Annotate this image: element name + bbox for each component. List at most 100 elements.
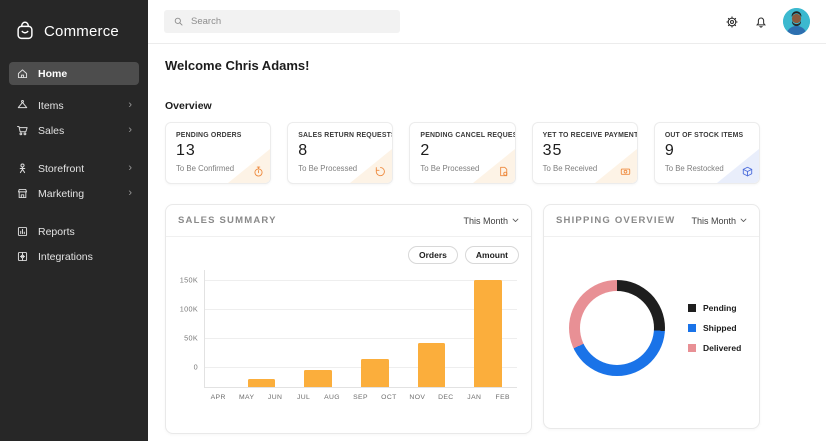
x-tick-label: NOV <box>403 394 431 408</box>
x-tick-label: APR <box>204 394 232 408</box>
card-accent-icon-wrap <box>741 165 754 178</box>
stopwatch-icon <box>252 165 265 178</box>
card-title: OUT OF STOCK ITEMS <box>665 132 749 139</box>
search-placeholder: Search <box>191 16 221 27</box>
sales-bar-chart: 150K100K50K0 APRMAYJUNJULAUGSEPOCTNOVDEC… <box>166 266 531 408</box>
sidebar-item-sales[interactable]: Sales › <box>9 119 139 142</box>
bar-jul-aug <box>304 370 332 387</box>
y-tick-label: 50K <box>184 334 198 343</box>
chevron-down-icon <box>740 218 747 223</box>
chevron-right-icon: › <box>128 125 132 136</box>
card-pending-orders[interactable]: PENDING ORDERS13To Be Confirmed <box>165 122 271 184</box>
sidebar-item-items[interactable]: Items› <box>9 94 139 117</box>
chevron-right-icon: › <box>128 163 132 174</box>
card-out-of-stock-items[interactable]: OUT OF STOCK ITEMS9To Be Restocked <box>654 122 760 184</box>
topbar-actions <box>725 8 810 35</box>
legend-swatch <box>688 324 696 332</box>
app-window: Commerce HomeItems›Sales›Storefront›Mark… <box>0 0 826 441</box>
welcome-heading: Welcome Chris Adams! <box>165 58 809 73</box>
settings-button[interactable] <box>725 15 739 29</box>
app-title: Commerce <box>44 23 119 40</box>
bar-chart-x-axis: APRMAYJUNJULAUGSEPOCTNOVDECJANFEB <box>204 388 517 408</box>
card-title: SALES RETURN REQUESTS <box>298 132 382 139</box>
card-accent-icon-wrap <box>619 165 632 178</box>
shipping-donut-chart: Pending Shipped Delivered <box>544 249 759 407</box>
legend-swatch <box>688 344 696 352</box>
donut-ring <box>569 280 665 376</box>
sidebar-item-label: Storefront <box>38 163 84 175</box>
y-tick-label: 150K <box>180 276 198 285</box>
home-icon <box>16 67 29 80</box>
store-icon <box>16 187 29 200</box>
chevron-right-icon: › <box>128 188 132 199</box>
sales-summary-period-label: This Month <box>463 216 508 226</box>
x-tick-label: AUG <box>318 394 346 408</box>
y-tick-label: 100K <box>180 305 198 314</box>
cart-icon <box>16 124 29 137</box>
toggle-orders[interactable]: Orders <box>408 246 458 264</box>
toggle-amount[interactable]: Amount <box>465 246 519 264</box>
sidebar-item-storefront[interactable]: Storefront › <box>9 157 139 180</box>
card-title: YET TO RECEIVE PAYMENTS <box>543 132 627 139</box>
nav-group-gap <box>9 207 139 220</box>
undo-icon <box>374 165 387 178</box>
bar-nov-dec <box>418 343 446 387</box>
x-tick-label: MAY <box>232 394 260 408</box>
gridline <box>205 309 517 310</box>
overview-cards: PENDING ORDERS13To Be Confirmed SALES RET… <box>165 122 760 184</box>
legend-label: Pending <box>703 303 737 313</box>
sales-summary-panel: SALES SUMMARY This Month Orders Amount 15… <box>165 204 532 434</box>
user-avatar[interactable] <box>783 8 810 35</box>
sales-summary-header: SALES SUMMARY This Month <box>166 205 531 237</box>
legend-item-shipped: Shipped <box>688 323 741 333</box>
shipping-overview-period-dropdown[interactable]: This Month <box>691 216 747 226</box>
bar-may-jun <box>248 379 276 387</box>
nav-group-gap <box>9 144 139 157</box>
hanger-icon <box>16 99 29 112</box>
file-gear-icon <box>497 165 510 178</box>
x-tick-label: JAN <box>460 394 488 408</box>
gear-icon <box>725 15 739 29</box>
person-icon <box>16 162 29 175</box>
topbar: Search <box>148 0 826 44</box>
app-logo: Commerce <box>0 12 148 62</box>
gridline <box>205 280 517 281</box>
dashboard-panels: SALES SUMMARY This Month Orders Amount 15… <box>165 204 809 434</box>
card-sales-return-requests[interactable]: SALES RETURN REQUESTS8To Be Processed <box>287 122 393 184</box>
legend-swatch <box>688 304 696 312</box>
search-icon <box>173 16 184 27</box>
bar-plot <box>204 270 517 388</box>
sidebar-item-label: Home <box>38 68 67 80</box>
gridline <box>205 338 517 339</box>
bell-icon <box>754 15 768 29</box>
legend-item-delivered: Delivered <box>688 343 741 353</box>
x-tick-label: SEP <box>346 394 374 408</box>
notifications-button[interactable] <box>754 15 768 29</box>
search-input[interactable]: Search <box>164 10 400 33</box>
x-tick-label: OCT <box>375 394 403 408</box>
sidebar-item-integrations[interactable]: Integrations <box>9 245 139 268</box>
dashboard-content: Welcome Chris Adams! Overview PENDING OR… <box>148 44 826 434</box>
sidebar-nav: Home Items› Sales › Storefront › Marketing › Rep… <box>0 62 148 268</box>
sidebar-item-label: Reports <box>38 226 75 238</box>
sales-summary-period-dropdown[interactable]: This Month <box>463 216 519 226</box>
integrations-icon <box>16 250 29 263</box>
shipping-overview-panel: SHIPPING OVERVIEW This Month Pending Ship… <box>543 204 760 429</box>
sidebar-item-home[interactable]: Home <box>9 62 139 85</box>
shipping-overview-period-label: This Month <box>691 216 736 226</box>
donut-legend: Pending Shipped Delivered <box>688 303 741 353</box>
sidebar-item-reports[interactable]: Reports <box>9 220 139 243</box>
sidebar-item-label: Marketing <box>38 188 84 200</box>
sales-summary-toggles: Orders Amount <box>166 237 531 266</box>
card-accent-icon-wrap <box>374 165 387 178</box>
legend-label: Shipped <box>703 323 737 333</box>
card-yet-to-receive-payments[interactable]: YET TO RECEIVE PAYMENTS35To Be Received <box>532 122 638 184</box>
avatar-image <box>783 8 810 35</box>
bar-sep-oct <box>361 359 389 387</box>
chevron-down-icon <box>512 218 519 223</box>
sidebar-item-label: Sales <box>38 125 64 137</box>
shipping-overview-header: SHIPPING OVERVIEW This Month <box>544 205 759 237</box>
sidebar-item-marketing[interactable]: Marketing › <box>9 182 139 205</box>
card-pending-cancel-requests[interactable]: PENDING CANCEL REQUESTS2To Be Processed <box>409 122 515 184</box>
legend-item-pending: Pending <box>688 303 741 313</box>
